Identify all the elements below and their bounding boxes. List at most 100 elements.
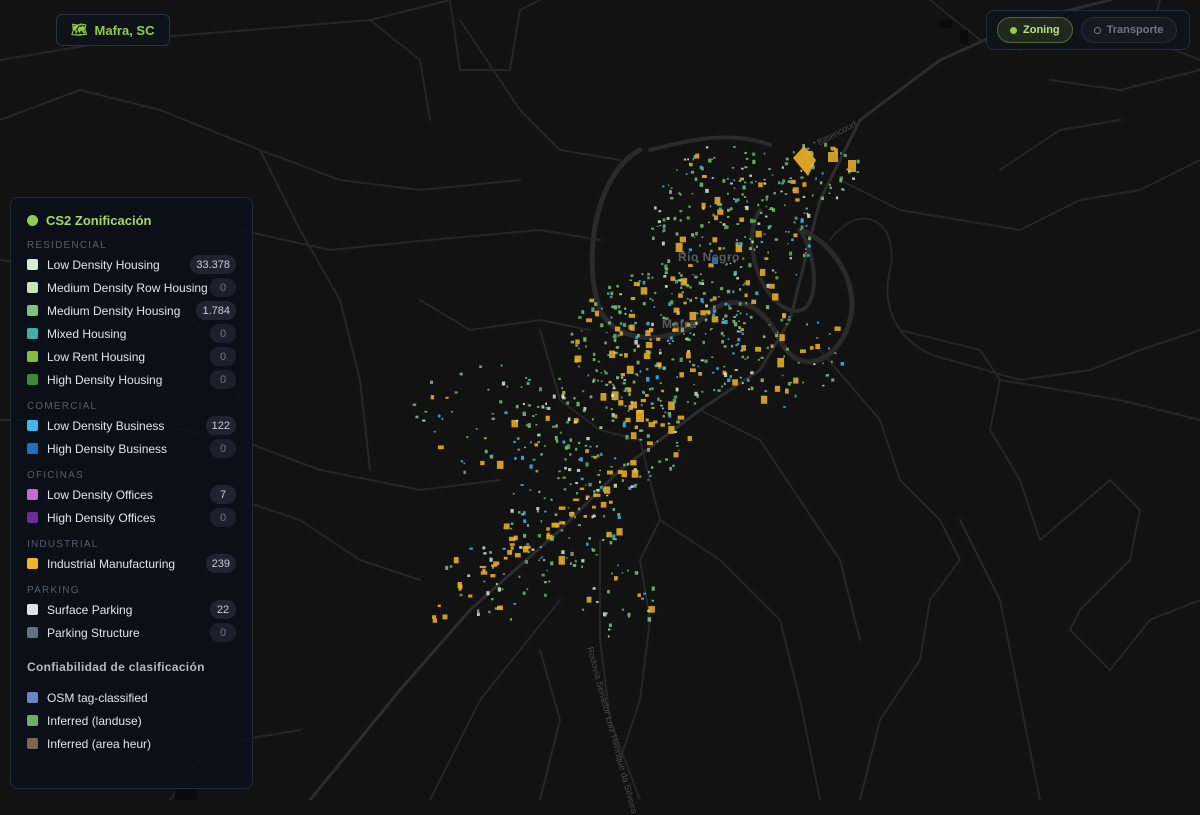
- zoning-parcel: [678, 449, 680, 451]
- zoning-parcel: [613, 397, 616, 401]
- zoning-parcel: [693, 402, 697, 405]
- legend-item[interactable]: Low Density Housing 33.378: [27, 253, 236, 276]
- zoning-parcel: [608, 623, 612, 627]
- zoning-parcel: [483, 437, 487, 440]
- zoning-parcel: [528, 551, 530, 554]
- legend-item-count: 0: [210, 623, 236, 642]
- zoning-parcel: [648, 421, 655, 428]
- zoning-parcel: [517, 437, 520, 440]
- zoning-mode-button[interactable]: Zoning: [997, 17, 1073, 43]
- zoning-parcel: [615, 346, 620, 349]
- zoning-parcel: [639, 438, 643, 441]
- zoning-parcel: [720, 331, 724, 336]
- legend-item-label: Low Density Business: [47, 418, 165, 433]
- legend-item[interactable]: Low Density Business 122: [27, 414, 236, 437]
- zoning-parcel: [670, 300, 674, 305]
- zoning-parcel: [570, 551, 574, 556]
- legend-item[interactable]: Industrial Manufacturing 239: [27, 552, 236, 575]
- zoning-parcel: [656, 337, 661, 341]
- zoning-parcel: [683, 333, 685, 335]
- zoning-parcel: [510, 618, 512, 621]
- zoning-parcel: [774, 271, 777, 274]
- zoning-parcel: [675, 232, 679, 236]
- zoning-parcel: [502, 547, 506, 550]
- zoning-parcel: [662, 218, 666, 222]
- legend-item[interactable]: Surface Parking 22: [27, 598, 236, 621]
- zoning-parcel: [802, 253, 806, 258]
- zoning-parcel: [513, 440, 516, 443]
- zoning-parcel: [678, 293, 681, 295]
- legend-item[interactable]: High Density Offices 0: [27, 506, 236, 529]
- transporte-mode-button[interactable]: Transporte: [1080, 17, 1177, 43]
- industrial-parcel[interactable]: [636, 410, 644, 422]
- confidence-item: Inferred (area heur): [27, 732, 236, 755]
- legend-item[interactable]: Parking Structure 0: [27, 621, 236, 644]
- zoning-parcel: [709, 242, 712, 245]
- map-icon: 🗺: [71, 22, 88, 37]
- zoning-parcel: [620, 373, 625, 377]
- zoning-parcel: [656, 362, 662, 367]
- zoning-parcel: [653, 306, 656, 308]
- zoning-parcel: [574, 359, 579, 363]
- zoning-parcel: [459, 593, 463, 597]
- zoning-parcel: [686, 352, 691, 359]
- zoning-parcel: [501, 381, 506, 386]
- zoning-parcel: [621, 470, 627, 478]
- zoning-parcel: [789, 177, 792, 180]
- inactive-dot-icon: [1093, 26, 1101, 34]
- zoning-parcel: [437, 445, 444, 450]
- zoning-parcel: [526, 382, 530, 385]
- zoning-parcel: [774, 238, 778, 241]
- zoning-parcel: [768, 283, 775, 289]
- zoning-parcel: [437, 604, 441, 607]
- industrial-parcel[interactable]: [793, 146, 816, 176]
- zoning-parcel: [780, 182, 785, 185]
- zoning-parcel: [631, 401, 637, 409]
- zoning-parcel: [647, 617, 652, 622]
- legend-item[interactable]: High Density Housing 0: [27, 368, 236, 391]
- zoning-parcel: [705, 304, 708, 308]
- zoning-parcel: [605, 406, 608, 409]
- zoning-parcel: [657, 220, 661, 224]
- zoning-parcel: [702, 292, 706, 295]
- zoning-parcel: [607, 590, 610, 594]
- zoning-parcel: [468, 594, 473, 598]
- zoning-parcel: [763, 335, 766, 339]
- zoning-parcel: [441, 417, 444, 420]
- zoning-parcel: [711, 158, 713, 160]
- legend-item[interactable]: Mixed Housing 0: [27, 322, 236, 345]
- zoning-parcel: [784, 162, 789, 166]
- zoning-parcel: [772, 269, 774, 272]
- zoning-parcel: [540, 453, 543, 456]
- zoning-parcel: [673, 395, 678, 399]
- zoning-parcel: [610, 316, 613, 319]
- zoning-parcel: [504, 411, 508, 415]
- legend-item[interactable]: Medium Density Row Housing 0: [27, 276, 236, 299]
- zoning-parcel: [739, 266, 743, 268]
- city-badge[interactable]: 🗺 Mafra, SC: [56, 14, 170, 46]
- mode-toggle: Zoning Transporte: [986, 10, 1190, 50]
- zoning-parcel: [503, 527, 505, 529]
- zoning-parcel: [675, 279, 678, 284]
- zoning-parcel: [675, 387, 679, 392]
- legend-item[interactable]: Medium Density Housing 1.784: [27, 299, 236, 322]
- industrial-parcel[interactable]: [828, 152, 838, 162]
- legend-item[interactable]: Low Density Offices 7: [27, 483, 236, 506]
- zoning-parcel: [562, 476, 566, 479]
- zoning-parcel: [717, 209, 724, 215]
- zoning-parcel: [512, 493, 515, 495]
- zoning-parcel: [586, 318, 593, 323]
- zoning-parcel: [659, 224, 662, 227]
- zoning-parcel: [651, 406, 655, 409]
- zoning-parcel: [565, 557, 568, 559]
- zoning-parcel: [595, 445, 598, 448]
- zoning-parcel: [516, 419, 519, 422]
- legend-item[interactable]: Low Rent Housing 0: [27, 345, 236, 368]
- legend-item-count: 0: [210, 324, 236, 343]
- industrial-parcel[interactable]: [848, 160, 856, 172]
- zoning-parcel: [596, 601, 599, 603]
- zoning-parcel: [567, 417, 571, 421]
- legend-group-label: PARKING: [27, 585, 80, 596]
- legend-item[interactable]: High Density Business 0: [27, 437, 236, 460]
- zoning-parcel: [650, 387, 654, 391]
